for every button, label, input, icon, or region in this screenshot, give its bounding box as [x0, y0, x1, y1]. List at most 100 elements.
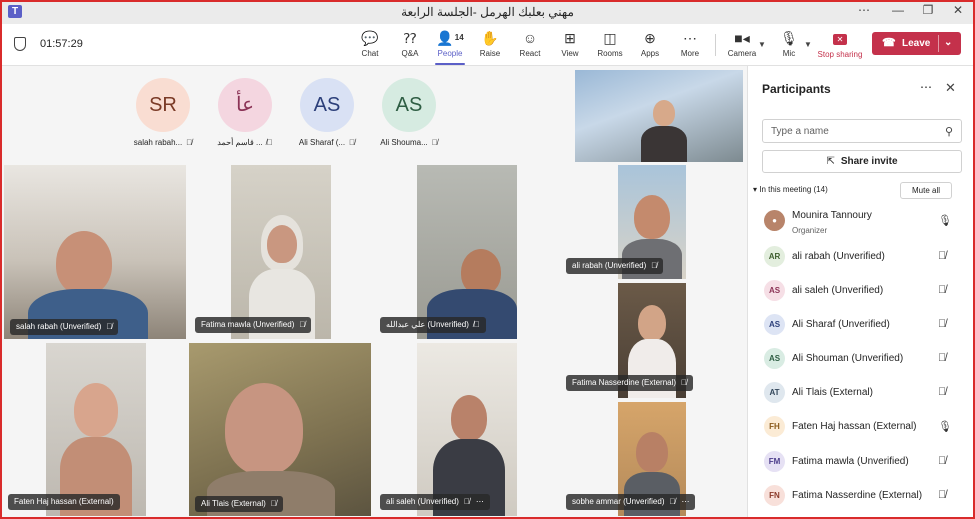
avatar-tile[interactable]: AS Ali Shouma... 🎙̸: [369, 78, 449, 147]
more-button[interactable]: ⋯ More: [671, 29, 709, 63]
mic-off-icon: 🎙̸: [651, 261, 658, 270]
mute-all-button[interactable]: Mute all: [900, 182, 952, 199]
plus-icon: ⊕: [644, 30, 656, 46]
participant-name: ali rabah (Unverified): [792, 251, 885, 262]
presenter-video[interactable]: [575, 70, 743, 162]
people-count: 14: [454, 33, 464, 42]
video-name-label: Fatima mawla (Unverified) 🎙̸: [195, 317, 312, 333]
qa-icon: ⁇: [403, 30, 417, 46]
participant-row[interactable]: FN Fatima Nasserdine (External) 🎙̸: [762, 481, 962, 511]
hand-icon: ✋: [481, 30, 499, 46]
video-tile[interactable]: [231, 165, 331, 339]
avatar: AR: [764, 246, 785, 267]
close-icon[interactable]: ✕: [945, 80, 956, 96]
participant-name: قاسم أحمد ...: [217, 138, 263, 147]
participant-role: Organizer: [792, 226, 828, 235]
avatar: SR: [136, 78, 190, 132]
video-name-label: Faten Haj hassan (External): [8, 494, 120, 510]
rooms-icon: ◫: [603, 30, 617, 46]
mic-off-icon[interactable]: 🎙̸: [938, 250, 946, 262]
camera-button[interactable]: ■◂ Camera: [723, 29, 761, 63]
participant-row[interactable]: FM Fatima mawla (Unverified) 🎙̸: [762, 447, 962, 477]
in-meeting-section[interactable]: ▾ In this meeting (14): [753, 185, 828, 194]
title-bar: T مهني بعلبك الهرمل -الجلسة الرابعة ⋯ — …: [0, 0, 975, 24]
participant-search[interactable]: ⚲: [762, 119, 962, 143]
search-icon: ⚲: [944, 126, 953, 138]
chat-button[interactable]: 💬 Chat: [351, 29, 389, 63]
people-button[interactable]: 👤14 People: [431, 29, 469, 65]
leave-button[interactable]: ☎ Leave ⌄: [872, 32, 961, 55]
apps-button[interactable]: ⊕ Apps: [631, 29, 669, 63]
avatar: AS: [764, 280, 785, 301]
avatar-tile[interactable]: SR salah rabah... 🎙̸: [123, 78, 203, 147]
leave-options-chevron-icon[interactable]: ⌄: [944, 37, 952, 48]
mic-off-icon[interactable]: 🎙̸: [938, 489, 946, 501]
participant-row[interactable]: AS ali saleh (Unverified) 🎙̸: [762, 276, 962, 306]
ellipsis-icon: ⋯: [475, 497, 484, 506]
participant-name: Ali Tlais (External): [792, 387, 873, 398]
avatar-tile[interactable]: AS Ali Sharaf (... 🎙̸: [287, 78, 367, 147]
mic-button[interactable]: 🎙 Mic: [770, 29, 808, 63]
window-more-icon[interactable]: ⋯: [852, 3, 876, 17]
raise-hand-button[interactable]: ✋ Raise: [471, 29, 509, 63]
participant-name: Ali Sharaf (Unverified): [792, 319, 890, 330]
mic-off-icon: 🎙̸: [270, 499, 277, 508]
chat-icon: 💬: [361, 30, 379, 46]
participants-panel: Participants ⋯ ✕ ⚲ ⇱Share invite ▾ In th…: [747, 66, 975, 519]
view-button[interactable]: ⊞ View: [551, 29, 589, 63]
participant-row[interactable]: AS Ali Shouman (Unverified) 🎙̸: [762, 344, 962, 374]
video-tile[interactable]: salah rabah (Unverified) 🎙̸: [4, 165, 186, 339]
stop-sharing-button[interactable]: ✕ Stop sharing: [814, 29, 866, 59]
people-icon: 👤14: [436, 30, 464, 46]
qa-button[interactable]: ⁇ Q&A: [391, 29, 429, 63]
avatar: AT: [764, 382, 785, 403]
share-invite-button[interactable]: ⇱ Share invite: [762, 150, 962, 173]
camera-options-chevron-icon[interactable]: ▼: [758, 40, 766, 49]
video-name-label: salah rabah (Unverified) 🎙̸: [10, 319, 119, 335]
react-button[interactable]: ☺ React: [511, 29, 549, 63]
avatar: ●: [764, 210, 785, 231]
close-window-icon[interactable]: ✕: [946, 3, 970, 17]
participant-row[interactable]: AT Ali Tlais (External) 🎙̸: [762, 378, 962, 408]
mic-off-icon: 🎙̸: [681, 378, 688, 387]
video-tile[interactable]: Ali Tlais (External) 🎙̸: [189, 343, 371, 516]
ellipsis-icon: ⋯: [683, 30, 697, 46]
mic-off-icon[interactable]: 🎙̸: [938, 386, 946, 398]
mic-off-icon[interactable]: 🎙̸: [938, 318, 946, 330]
search-input[interactable]: [771, 124, 931, 139]
video-name-label: sobhe ammar (Unverified) 🎙̸ ⋯: [566, 494, 696, 510]
participant-name: Faten Haj hassan (External): [792, 421, 917, 432]
participant-name: Mounira Tannoury: [792, 210, 872, 221]
participant-row[interactable]: AS Ali Sharaf (Unverified) 🎙̸: [762, 310, 962, 340]
avatar: AS: [382, 78, 436, 132]
rooms-button[interactable]: ◫ Rooms: [591, 29, 629, 63]
mic-icon: 🎙: [780, 30, 798, 46]
window-title: مهني بعلبك الهرمل -الجلسة الرابعة: [401, 5, 574, 19]
meeting-timer: 01:57:29: [40, 38, 83, 50]
minimize-icon[interactable]: —: [886, 3, 910, 17]
mic-icon[interactable]: 🎙: [938, 420, 952, 433]
person-body: [641, 126, 687, 162]
mic-off-icon[interactable]: 🎙̸: [938, 284, 946, 296]
video-tile[interactable]: [417, 343, 517, 516]
video-tile[interactable]: [417, 165, 517, 339]
mic-off-icon[interactable]: 🎙̸: [938, 352, 946, 364]
mic-off-icon: 🎙̸: [669, 497, 676, 506]
restore-icon[interactable]: ❐: [916, 3, 940, 17]
participant-name: Fatima Nasserdine (External): [792, 490, 923, 501]
video-tile[interactable]: [46, 343, 146, 516]
avatar: AS: [764, 348, 785, 369]
participant-row[interactable]: FH Faten Haj hassan (External) 🎙: [762, 412, 962, 442]
shield-icon: [14, 37, 26, 51]
participant-row[interactable]: ● Mounira Tannoury Organizer 🎙: [762, 206, 962, 236]
person-head: [74, 383, 118, 437]
mic-options-chevron-icon[interactable]: ▼: [804, 40, 812, 49]
participant-row[interactable]: AR ali rabah (Unverified) 🎙̸: [762, 242, 962, 272]
smile-icon: ☺: [522, 30, 538, 46]
mic-off-icon[interactable]: 🎙̸: [938, 455, 946, 467]
panel-more-icon[interactable]: ⋯: [920, 80, 932, 94]
leave-divider: [938, 35, 939, 52]
person-head: [638, 305, 666, 341]
avatar-tile[interactable]: عأ قاسم أحمد ... 🎙̸: [205, 78, 285, 147]
mic-icon[interactable]: 🎙: [938, 214, 952, 227]
